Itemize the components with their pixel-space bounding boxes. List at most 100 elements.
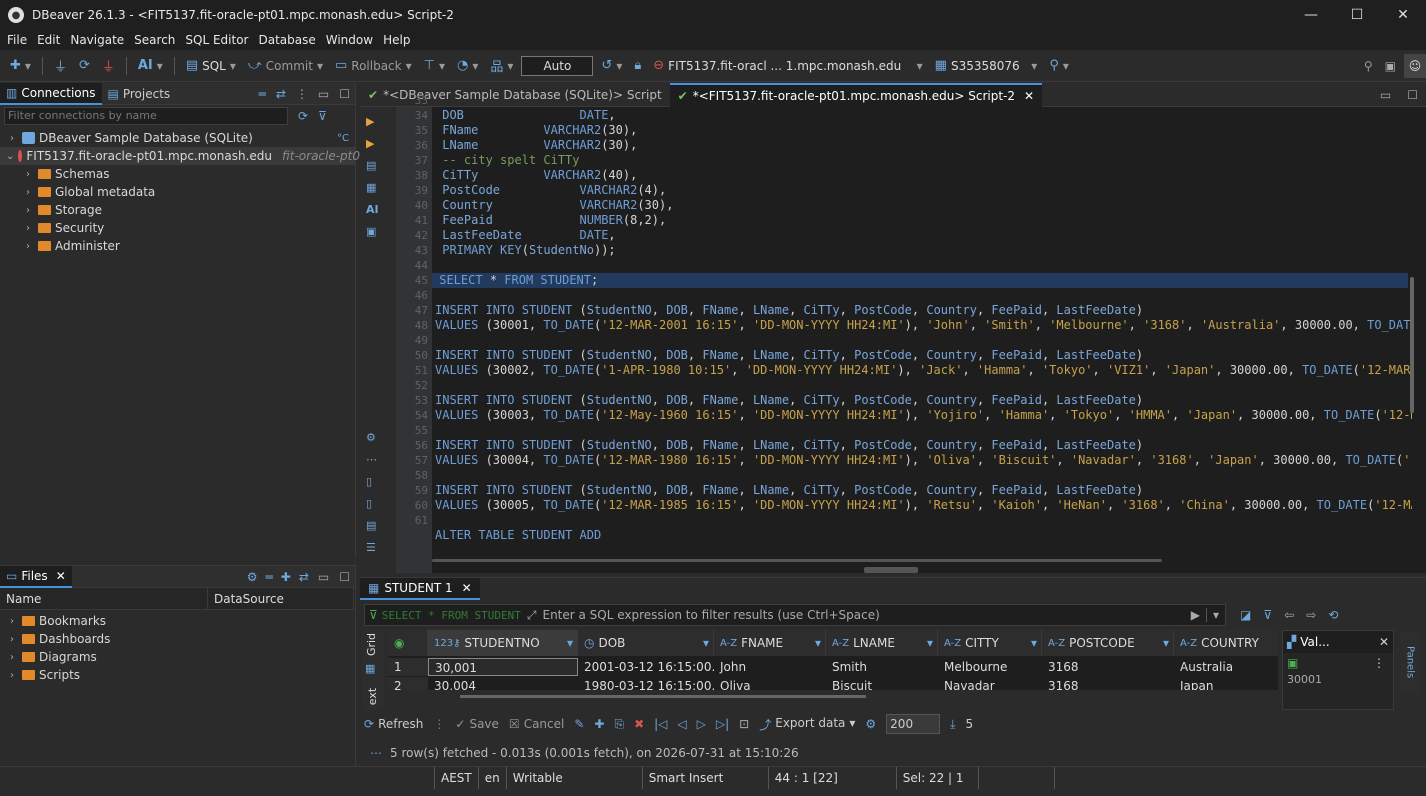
previous-page-icon[interactable]: ◁ bbox=[677, 717, 686, 731]
expand-filter-icon[interactable]: ⤢ bbox=[521, 608, 543, 623]
maximize-panel-icon[interactable]: ☐ bbox=[334, 570, 355, 584]
grid-view-icon[interactable]: ▦ bbox=[365, 662, 375, 675]
global-search-button[interactable]: ⚲ bbox=[1360, 54, 1377, 78]
sql-button[interactable]: ▤ SQL ▾ bbox=[182, 54, 240, 78]
network-button[interactable]: 品 ▾ bbox=[486, 54, 517, 78]
save-script-icon[interactable]: ▤ bbox=[366, 519, 380, 533]
column-header-lname[interactable]: A-Z LNAME ▾ bbox=[826, 630, 938, 656]
chevron-down-icon[interactable]: ⌄ bbox=[6, 151, 14, 162]
close-icon[interactable]: ✕ bbox=[1024, 89, 1034, 103]
last-page-icon[interactable]: ▷| bbox=[716, 717, 729, 731]
column-header-postcode[interactable]: A-Z POSTCODE ▾ bbox=[1042, 630, 1174, 656]
minimize-panel-icon[interactable]: ▭ bbox=[313, 570, 334, 584]
table-cell[interactable]: 30,004 bbox=[428, 677, 578, 690]
minimize-button[interactable]: — bbox=[1288, 0, 1334, 30]
disconnect-button[interactable]: ⏚ bbox=[98, 54, 119, 78]
close-icon[interactable]: ✕ bbox=[56, 569, 66, 583]
sort-icon[interactable]: ▾ bbox=[567, 636, 577, 650]
add-row-icon[interactable]: ✚ bbox=[594, 717, 604, 731]
link-icon[interactable]: ⇄ bbox=[271, 87, 291, 101]
grid-horizontal-scrollbar[interactable] bbox=[460, 695, 866, 698]
minimize-panel-icon[interactable]: ▭ bbox=[313, 87, 334, 101]
active-schema-selector[interactable]: ▦ S35358076 ▾ bbox=[931, 54, 1042, 78]
execute-statement-icon[interactable]: ▶ bbox=[366, 115, 380, 129]
filter-history-icon[interactable]: ⊽ bbox=[365, 608, 382, 622]
tab-files[interactable]: ▭ Files ✕ bbox=[0, 565, 72, 588]
tab-sqlite-script[interactable]: ✔ *<DBeaver Sample Database (SQLite)> Scr… bbox=[360, 83, 670, 107]
execute-in-new-tab-icon[interactable]: ▶ bbox=[366, 137, 380, 151]
table-cell[interactable]: 3168 bbox=[1042, 658, 1174, 676]
chevron-right-icon[interactable]: › bbox=[6, 634, 18, 645]
filter-icon[interactable]: ⊽ bbox=[318, 109, 327, 123]
settings-icon[interactable]: ⚙ bbox=[366, 431, 380, 445]
view-menu-icon[interactable]: ⋮ bbox=[291, 87, 313, 101]
menu-help[interactable]: Help bbox=[378, 33, 415, 47]
refresh-filter-icon[interactable]: ⟳ bbox=[298, 109, 308, 123]
more-icon[interactable]: ⋯ bbox=[366, 453, 380, 467]
chevron-right-icon[interactable]: › bbox=[22, 187, 34, 198]
row-number[interactable]: 2 bbox=[388, 677, 428, 690]
reconnect-button[interactable]: ⟳ bbox=[75, 54, 94, 78]
next-page-icon[interactable]: ▷ bbox=[697, 717, 706, 731]
add-icon[interactable]: ✚ bbox=[277, 570, 295, 584]
sort-icon[interactable]: ▾ bbox=[927, 636, 937, 650]
close-icon[interactable]: ✕ bbox=[462, 581, 472, 595]
fetch-size-input[interactable]: 200 bbox=[886, 714, 941, 734]
maximize-button[interactable]: ☐ bbox=[1334, 0, 1380, 30]
collapse-icon[interactable]: ═ bbox=[254, 87, 271, 101]
tree-item-oracle[interactable]: ⌄ FIT5137.fit-oracle-pt01.mpc.monash.edu… bbox=[0, 147, 379, 165]
panels-toggle[interactable]: Panels bbox=[1400, 632, 1420, 692]
history-button[interactable]: ↺ ▾ bbox=[597, 54, 626, 78]
results-filter-bar[interactable]: ⊽ SELECT * FROM STUDENT ⤢ Enter a SQL ex… bbox=[364, 604, 1226, 626]
column-header-fname[interactable]: A-Z FNAME ▾ bbox=[714, 630, 826, 656]
monitor-button[interactable]: ◔ ▾ bbox=[453, 54, 482, 78]
collapse-icon[interactable]: ═ bbox=[262, 570, 277, 584]
perspective-button[interactable]: ▣ bbox=[1381, 54, 1400, 78]
filter-dropdown-icon[interactable]: ▾ bbox=[1205, 608, 1225, 622]
apply-filter-icon[interactable]: ▶ bbox=[1185, 608, 1206, 622]
menu-sql-editor[interactable]: SQL Editor bbox=[180, 33, 253, 47]
chevron-right-icon[interactable]: › bbox=[6, 133, 18, 144]
edit-row-icon[interactable]: ✎ bbox=[574, 717, 584, 731]
save-button[interactable]: ✓ Save bbox=[455, 717, 499, 731]
active-connection-selector[interactable]: ⊖ FIT5137.fit-oracl ... 1.mpc.monash.edu … bbox=[649, 54, 926, 78]
sql-code[interactable]: StudentNO NUMBER(5) NOT NULL, DOB DATE, … bbox=[432, 107, 1412, 553]
new-script-icon[interactable]: ▯ bbox=[366, 475, 380, 489]
column-datasource[interactable]: DataSource bbox=[208, 588, 354, 609]
splitter-handle[interactable] bbox=[864, 567, 918, 573]
editor-vertical-scrollbar[interactable] bbox=[1410, 277, 1414, 413]
tree-item-global-metadata[interactable]: › Global metadata bbox=[0, 183, 355, 201]
settings-icon[interactable]: ⚙ bbox=[243, 570, 262, 584]
ai-assist-icon[interactable]: AI bbox=[366, 203, 380, 217]
row-number[interactable]: 1 bbox=[388, 658, 428, 676]
fetch-next-icon[interactable]: ⤓ bbox=[950, 717, 955, 732]
chevron-right-icon[interactable]: › bbox=[22, 169, 34, 180]
tree-item-sqlite[interactable]: › DBeaver Sample Database (SQLite) °C bbox=[0, 129, 355, 147]
export-data-button[interactable]: ⤴ Export data ▾ bbox=[759, 716, 855, 733]
tab-oracle-script[interactable]: ✔ *<FIT5137.fit-oracle-pt01.mpc.monash.ed… bbox=[669, 82, 1043, 107]
delete-row-icon[interactable]: ✖ bbox=[634, 717, 644, 731]
chevron-right-icon[interactable]: › bbox=[6, 616, 18, 627]
table-cell[interactable]: Melbourne bbox=[938, 658, 1042, 676]
value-panel-content[interactable]: 30001 bbox=[1283, 673, 1393, 686]
funnel-icon[interactable]: ⊽ bbox=[1263, 608, 1272, 622]
refresh-results-icon[interactable]: ⟲ bbox=[1328, 608, 1338, 622]
more-icon[interactable]: ⋮ bbox=[1373, 656, 1393, 670]
table-cell[interactable]: Navadar bbox=[938, 677, 1042, 690]
column-header-country[interactable]: A-Z COUNTRY bbox=[1174, 630, 1278, 656]
connection-filter-input[interactable]: Filter connections by name bbox=[4, 107, 288, 125]
transaction-mode-button[interactable]: ⊤ ▾ bbox=[420, 54, 449, 78]
results-filter-input[interactable]: Enter a SQL expression to filter results… bbox=[542, 608, 879, 622]
fetch-all-icon[interactable]: ⊡ bbox=[739, 717, 749, 731]
grid-view-tab[interactable]: Grid bbox=[365, 633, 378, 656]
column-header-studentno[interactable]: 123⚷ STUDENTNO ▾ bbox=[428, 630, 578, 656]
rollback-button[interactable]: ▭ Rollback ▾ bbox=[331, 54, 416, 78]
menu-window[interactable]: Window bbox=[321, 33, 378, 47]
files-item-bookmarks[interactable]: › Bookmarks bbox=[0, 612, 355, 630]
connect-button[interactable]: ⏚ bbox=[50, 54, 71, 78]
more-icon[interactable]: ⋯ bbox=[370, 746, 382, 760]
link-icon[interactable]: ⇄ bbox=[295, 570, 313, 584]
ai-button[interactable]: AI ▾ bbox=[134, 54, 167, 78]
tree-item-storage[interactable]: › Storage bbox=[0, 201, 355, 219]
tree-item-administer[interactable]: › Administer bbox=[0, 237, 355, 255]
